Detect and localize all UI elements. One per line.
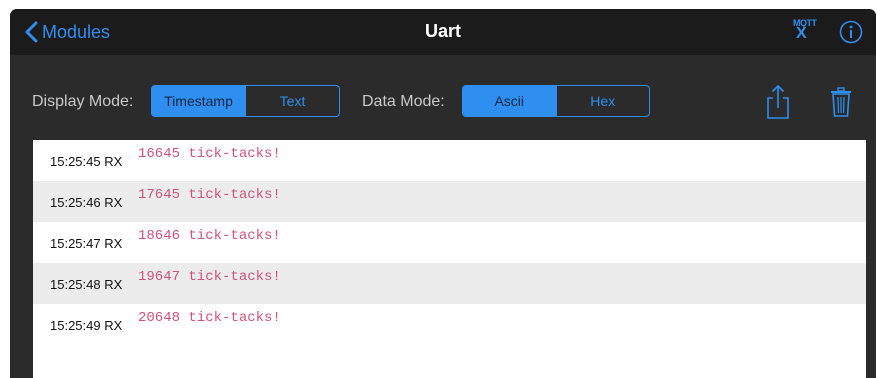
mqtt-icon-x: X xyxy=(796,25,807,42)
data-mode-ascii-option[interactable]: Ascii xyxy=(463,86,556,116)
uart-log[interactable]: 15:25:45 RX 16645 tick-tacks! 15:25:46 R… xyxy=(33,140,866,378)
log-timestamp: 15:25:46 RX xyxy=(50,195,123,210)
info-icon[interactable] xyxy=(839,20,863,44)
share-icon[interactable] xyxy=(765,84,791,120)
log-row: 15:25:46 RX 17645 tick-tacks! xyxy=(33,181,866,222)
log-timestamp: 15:25:47 RX xyxy=(50,236,123,251)
page-title: Uart xyxy=(424,21,461,41)
log-message: 17645 tick-tacks! xyxy=(138,187,281,203)
log-message: 20648 tick-tacks! xyxy=(138,310,281,326)
toolbar: Display Mode: Timestamp Text Data Mode: … xyxy=(10,55,876,140)
display-mode-segmented-control: Timestamp Text xyxy=(151,85,340,117)
app-window: Modules Uart MQTT X Display Mode: Timest… xyxy=(10,9,876,378)
navigation-bar: Modules Uart MQTT X xyxy=(10,9,876,55)
trash-icon[interactable] xyxy=(830,87,852,117)
display-mode-label: Display Mode: xyxy=(32,93,134,110)
display-mode-text-option[interactable]: Text xyxy=(245,86,339,116)
mqtt-button[interactable]: MQTT X xyxy=(790,18,820,46)
data-mode-segmented-control: Ascii Hex xyxy=(462,85,650,117)
data-mode-hex-option[interactable]: Hex xyxy=(555,86,650,116)
log-timestamp: 15:25:48 RX xyxy=(50,277,123,292)
log-timestamp: 15:25:45 RX xyxy=(50,154,123,169)
log-row: 15:25:48 RX 19647 tick-tacks! xyxy=(33,263,866,304)
log-row: 15:25:47 RX 18646 tick-tacks! xyxy=(33,222,866,263)
log-message: 16645 tick-tacks! xyxy=(138,146,281,162)
log-timestamp: 15:25:49 RX xyxy=(50,318,123,333)
data-mode-label: Data Mode: xyxy=(362,93,445,110)
log-message: 18646 tick-tacks! xyxy=(138,228,281,244)
log-message: 19647 tick-tacks! xyxy=(138,269,281,285)
display-mode-timestamp-option[interactable]: Timestamp xyxy=(152,86,245,116)
log-row: 15:25:49 RX 20648 tick-tacks! xyxy=(33,304,866,345)
log-row: 15:25:45 RX 16645 tick-tacks! xyxy=(33,140,866,181)
